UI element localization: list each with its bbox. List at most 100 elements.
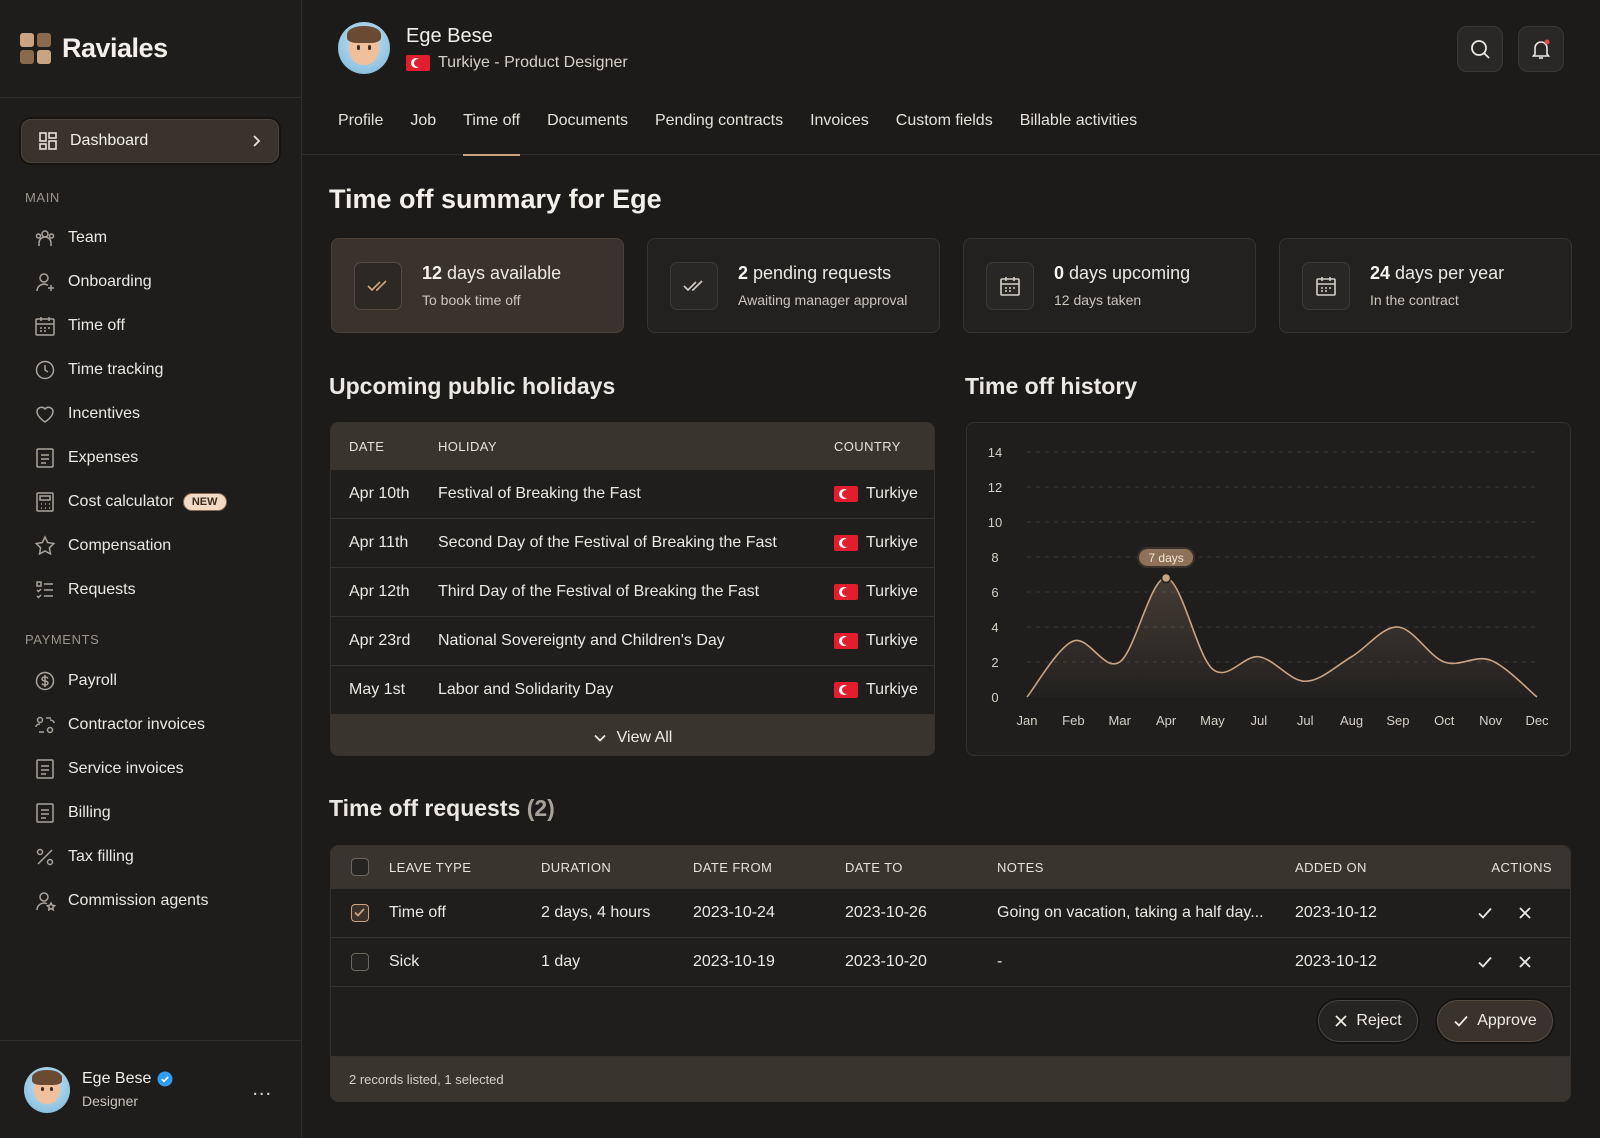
table-row[interactable]: Sick 1 day 2023-10-19 2023-10-20 - 2023-… [331,937,1570,986]
sidebar-item-time-off[interactable]: Time off [34,311,125,341]
history-title: Time off history [965,373,1138,399]
turkey-flag-icon [406,54,430,71]
bulk-actions-bar: Reject Approve [331,986,1570,1056]
time-off-history-chart: 0 2 4 6 8 10 12 14 Jan Feb Mar Apr May Jul Jul Aug Sep Oc… [966,422,1571,756]
sidebar-item-label: Service invoices [68,760,184,777]
duration: 1 day [541,953,581,970]
date-from: 2023-10-24 [693,904,775,921]
verified-badge-icon [157,1071,173,1087]
document-icon [34,758,56,780]
holiday-name: Third Day of the Festival of Breaking th… [438,583,760,600]
row-checkbox[interactable] [351,904,369,922]
holiday-country: Turkiye [866,534,918,551]
user-name: Ege Bese [82,1070,152,1087]
column-header-date-to: DATE TO [845,859,903,875]
stat-value: 2 [738,263,749,283]
tab-invoices[interactable]: Invoices [810,112,869,155]
holiday-name: Second Day of the Festival of Breaking t… [438,534,777,551]
notes: - [997,953,1003,970]
sidebar-item-label: Time tracking [68,361,164,378]
sidebar-item-time-tracking[interactable]: Time tracking [34,355,163,385]
calendar-icon [986,261,1034,310]
turkey-flag-icon [834,486,858,502]
sidebar-item-cost-calculator[interactable]: Cost calculator NEW [34,487,227,517]
document-icon [34,802,56,824]
tab-custom-fields[interactable]: Custom fields [896,112,993,155]
date-to: 2023-10-26 [845,904,927,921]
sidebar-item-compensation[interactable]: Compensation [34,531,171,561]
row-checkbox[interactable] [351,953,369,971]
user-plus-icon [34,271,56,293]
tab-profile[interactable]: Profile [338,112,383,155]
sidebar-item-tax-filling[interactable]: Tax filling [34,842,134,872]
star-icon [34,535,56,557]
stat-card-available[interactable]: 12 days available To book time off [331,238,624,333]
approve-check-icon[interactable] [1477,905,1493,921]
sidebar-item-commission-agents[interactable]: Commission agents [34,886,209,916]
series-area [1027,577,1537,697]
tab-billable-activities[interactable]: Billable activities [1020,112,1137,155]
header-avatar [338,22,390,74]
sidebar-item-requests[interactable]: Requests [34,575,136,605]
approve-button[interactable]: Approve [1437,1000,1553,1042]
stat-card-upcoming[interactable]: 0 days upcoming 12 days taken [963,238,1256,333]
view-all-label: View All [616,728,673,746]
column-header-holiday: HOLIDAY [438,438,497,454]
header-user-name: Ege Bese [406,24,493,47]
x-tick-label: Jul [1251,713,1268,728]
approve-check-icon[interactable] [1477,954,1493,970]
holiday-date: Apr 23rd [349,632,411,649]
stat-card-per-year[interactable]: 24 days per year In the contract [1279,238,1572,333]
tab-time-off[interactable]: Time off [463,112,520,156]
table-row: Apr 10th Festival of Breaking the Fast T… [331,469,934,518]
reject-label: Reject [1356,1012,1402,1029]
sidebar-item-label: Onboarding [68,273,152,290]
requests-table: LEAVE TYPE DURATION DATE FROM DATE TO NO… [330,845,1571,1102]
sidebar-item-label: Billing [68,804,111,821]
sidebar-item-onboarding[interactable]: Onboarding [34,267,152,297]
holiday-date: Apr 11th [349,534,409,551]
x-tick-label: Jan [1017,713,1038,728]
sidebar-item-incentives[interactable]: Incentives [34,399,140,429]
notifications-button[interactable] [1518,26,1564,72]
holiday-name: Festival of Breaking the Fast [438,485,641,502]
select-all-checkbox[interactable] [351,858,369,876]
dashboard-button[interactable]: Dashboard [21,119,279,163]
table-row[interactable]: Time off 2 days, 4 hours 2023-10-24 2023… [331,888,1570,937]
sidebar-item-label: Time off [68,317,125,334]
sidebar-item-service-invoices[interactable]: Service invoices [34,754,184,784]
table-header: LEAVE TYPE DURATION DATE FROM DATE TO NO… [331,846,1570,888]
reject-close-icon[interactable] [1517,905,1533,921]
requests-title-text: Time off requests [329,795,521,821]
clock-icon [34,359,56,381]
brand[interactable]: Raviales [0,0,301,98]
tab-pending-contracts[interactable]: Pending contracts [655,112,783,155]
y-tick-label: 0 [991,690,998,705]
sidebar-user-profile[interactable]: Ege Bese Designer ... [0,1040,302,1138]
sidebar-item-contractor-invoices[interactable]: Contractor invoices [34,710,205,740]
tab-documents[interactable]: Documents [547,112,628,155]
turkey-flag-icon [834,535,858,551]
stat-card-pending[interactable]: 2 pending requests Awaiting manager appr… [647,238,940,333]
x-tick-label: Mar [1109,713,1132,728]
sidebar-item-billing[interactable]: Billing [34,798,111,828]
column-header-actions: ACTIONS [1491,859,1552,875]
tab-job[interactable]: Job [410,112,436,155]
reject-close-icon[interactable] [1517,954,1533,970]
main-section-label: MAIN [25,190,60,205]
check-icon [354,908,365,917]
double-check-icon [354,261,402,310]
x-tick-label: Feb [1062,713,1084,728]
sidebar-item-expenses[interactable]: Expenses [34,443,138,473]
stat-label: days per year [1390,263,1505,283]
sidebar-item-label: Commission agents [68,892,209,909]
reject-button[interactable]: Reject [1318,1000,1418,1042]
sidebar-item-team[interactable]: Team [34,223,107,253]
search-button[interactable] [1457,26,1503,72]
view-all-button[interactable]: View All [331,714,934,755]
x-tick-label: Dec [1525,713,1549,728]
more-options-icon[interactable]: ... [252,1078,272,1101]
sidebar-item-payroll[interactable]: Payroll [34,666,117,696]
holiday-country: Turkiye [866,681,918,698]
turkey-flag-icon [834,682,858,698]
